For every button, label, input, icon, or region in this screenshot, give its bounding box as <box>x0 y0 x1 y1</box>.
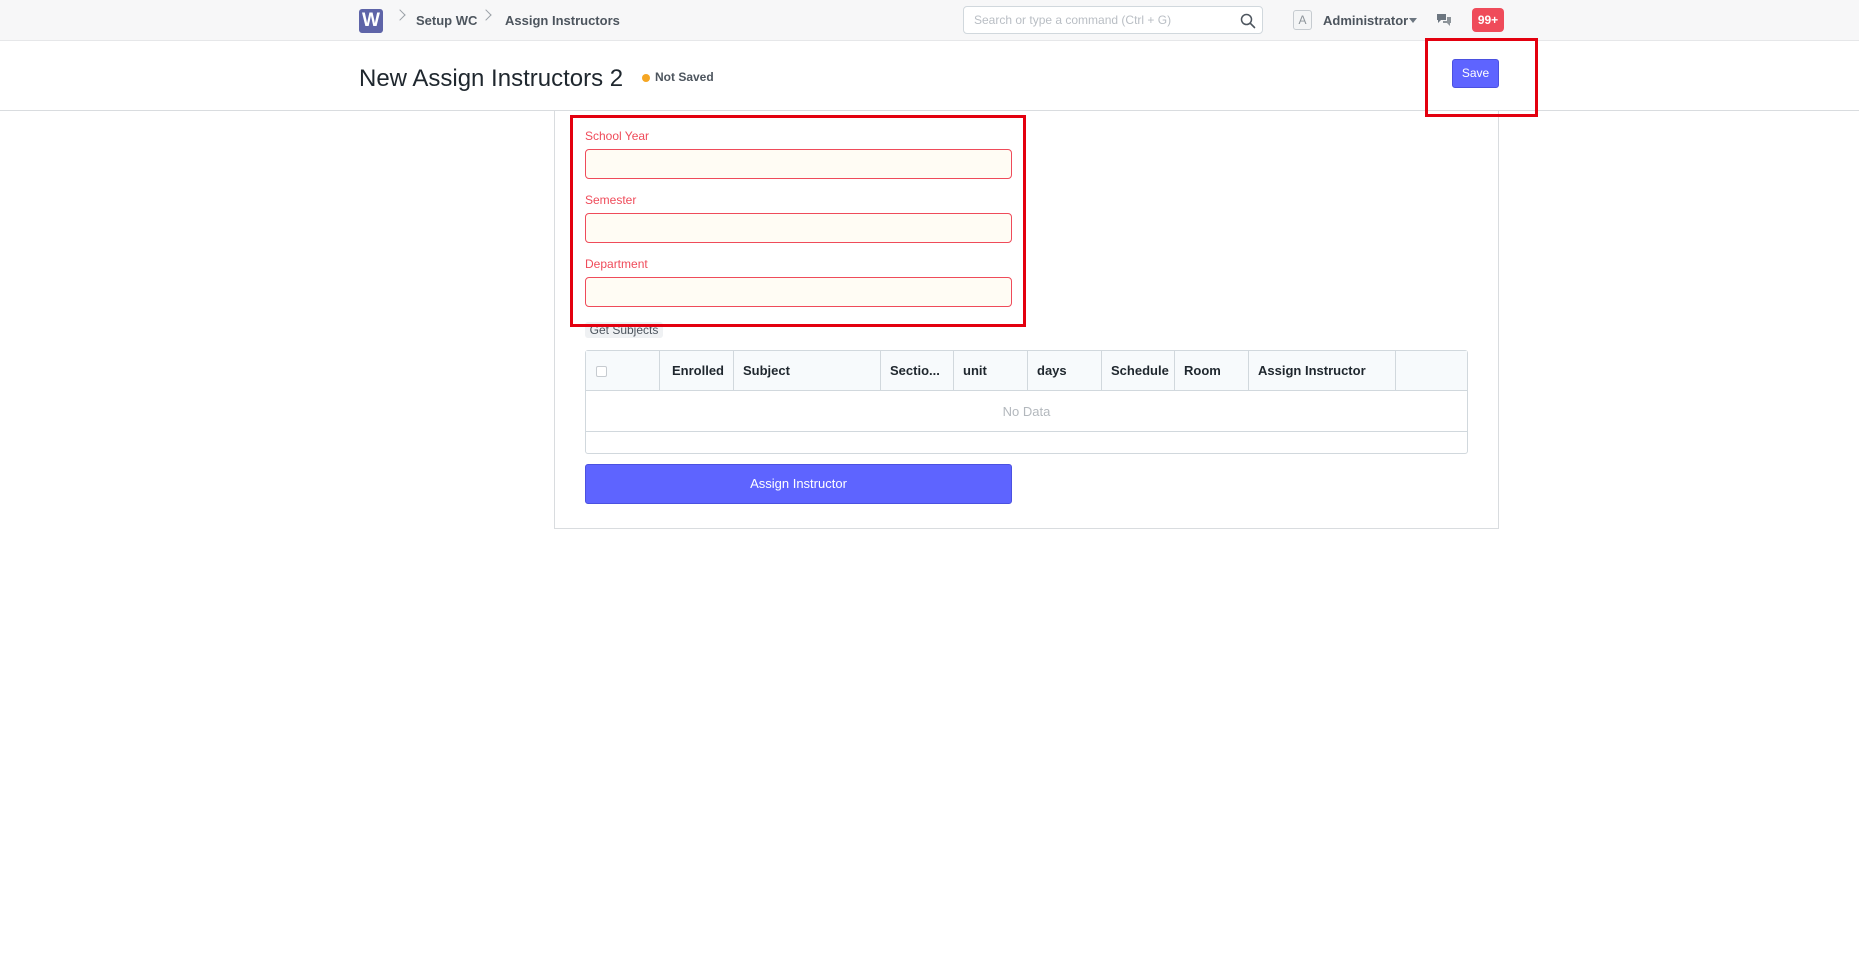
assign-instructor-button[interactable]: Assign Instructor <box>585 464 1012 504</box>
awesomebar-search <box>963 6 1263 34</box>
school-year-label: School Year <box>585 129 650 143</box>
user-menu-dropdown[interactable]: Administrator <box>1323 13 1408 28</box>
column-header-assign-instructor[interactable]: Assign Instructor <box>1249 351 1396 391</box>
status-indicator-dot <box>642 74 650 82</box>
breadcrumb-assign-instructors[interactable]: Assign Instructors <box>505 13 620 28</box>
breadcrumb-chevron-icon <box>480 9 492 21</box>
table-header: Enrolled Subject Sectio... unit days Sch… <box>586 351 1467 391</box>
column-header-unit[interactable]: unit <box>954 351 1028 391</box>
department-field[interactable] <box>585 277 1012 307</box>
top-navbar: W Setup WC Assign Instructors A Administ… <box>0 0 1859 41</box>
search-icon[interactable] <box>1240 13 1256 29</box>
semester-label: Semester <box>585 193 637 207</box>
column-header-days[interactable]: days <box>1028 351 1102 391</box>
save-button[interactable]: Save <box>1452 59 1499 88</box>
column-header-schedule[interactable]: Schedule <box>1102 351 1175 391</box>
table-empty-state: No Data <box>586 391 1467 432</box>
column-header-section[interactable]: Sectio... <box>881 351 954 391</box>
select-all-cell <box>586 351 660 391</box>
app-logo[interactable]: W <box>359 9 383 33</box>
semester-field[interactable] <box>585 213 1012 243</box>
breadcrumb-setup-wc[interactable]: Setup WC <box>416 13 477 28</box>
get-subjects-button[interactable]: Get Subjects <box>585 322 663 338</box>
page-title: New Assign Instructors 2 <box>359 65 624 92</box>
column-header-room[interactable]: Room <box>1175 351 1249 391</box>
subjects-table: Enrolled Subject Sectio... unit days Sch… <box>585 350 1468 454</box>
chat-icon[interactable] <box>1435 12 1453 28</box>
notification-badge[interactable]: 99+ <box>1472 8 1504 32</box>
avatar[interactable]: A <box>1293 10 1312 30</box>
department-label: Department <box>585 257 648 271</box>
column-header-subject[interactable]: Subject <box>734 351 881 391</box>
select-all-checkbox[interactable] <box>596 366 607 377</box>
school-year-field[interactable] <box>585 149 1012 179</box>
chevron-down-icon[interactable] <box>1409 18 1417 23</box>
status-badge: Not Saved <box>655 70 714 84</box>
search-input[interactable] <box>964 7 1262 33</box>
column-header-actions <box>1396 351 1467 391</box>
page-head: New Assign Instructors 2 Not Saved Save <box>0 41 1859 111</box>
breadcrumb-chevron-icon <box>394 9 406 21</box>
column-header-enrolled[interactable]: Enrolled <box>660 351 734 391</box>
